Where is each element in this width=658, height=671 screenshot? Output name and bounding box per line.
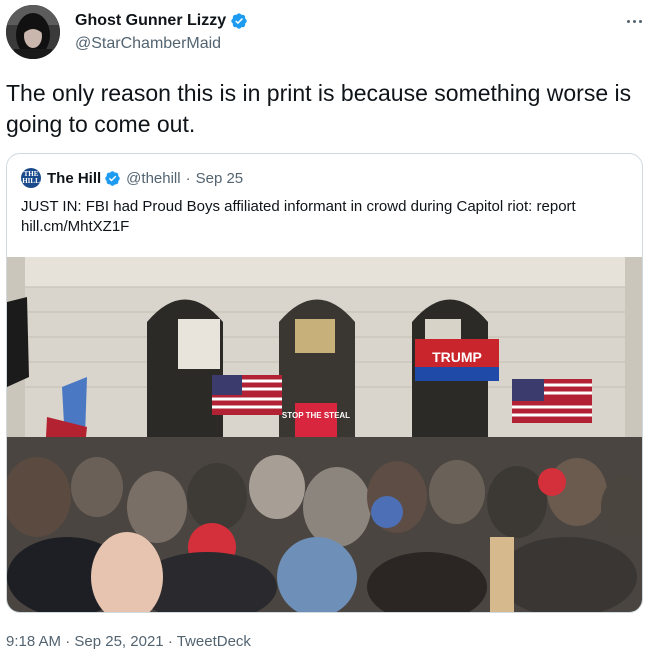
more-horizontal-icon[interactable] [622, 9, 646, 33]
quoted-handle[interactable]: @thehill [126, 170, 180, 187]
tweet-source-link[interactable]: TweetDeck [177, 633, 251, 650]
quoted-separator: · [185, 169, 191, 187]
avatar-image [6, 5, 60, 59]
verified-badge-icon [231, 13, 247, 29]
tweet-timestamp: 9:18 AM · Sep 25, 2021 · TweetDeck [6, 633, 251, 650]
author-name-row: Ghost Gunner Lizzy [75, 12, 248, 30]
verified-badge-icon [105, 170, 120, 186]
time-separator: · [65, 633, 71, 650]
avatar[interactable] [6, 5, 60, 59]
banner-text: TRUMP [432, 349, 482, 365]
quoted-avatar[interactable]: THE HILL [21, 168, 41, 188]
quoted-tweet-header: THE HILL The Hill @thehill · Sep 25 [21, 168, 243, 188]
tweet-text: The only reason this is in print is beca… [6, 80, 632, 137]
tweet-time-link[interactable]: 9:18 AM · Sep 25, 2021 [6, 633, 164, 650]
sign-text: STOP THE STEAL [282, 411, 350, 420]
quoted-date[interactable]: Sep 25 [196, 170, 244, 187]
tweet-date: Sep 25, 2021 [74, 633, 164, 650]
author-handle[interactable]: @StarChamberMaid [75, 35, 221, 53]
quoted-display-name[interactable]: The Hill [47, 170, 101, 187]
quoted-tweet-image[interactable]: TRUMP STOP THE STEAL [7, 257, 642, 612]
author-display-name[interactable]: Ghost Gunner Lizzy [75, 12, 226, 30]
quoted-tweet-text: JUST IN: FBI had Proud Boys affiliated i… [21, 198, 576, 235]
quoted-tweet-card[interactable]: THE HILL The Hill @thehill · Sep 25 JUST… [6, 153, 643, 613]
tweet-header: Ghost Gunner Lizzy @StarChamberMaid [6, 5, 652, 61]
source-separator: · [167, 633, 173, 650]
tweet-time: 9:18 AM [6, 633, 62, 650]
